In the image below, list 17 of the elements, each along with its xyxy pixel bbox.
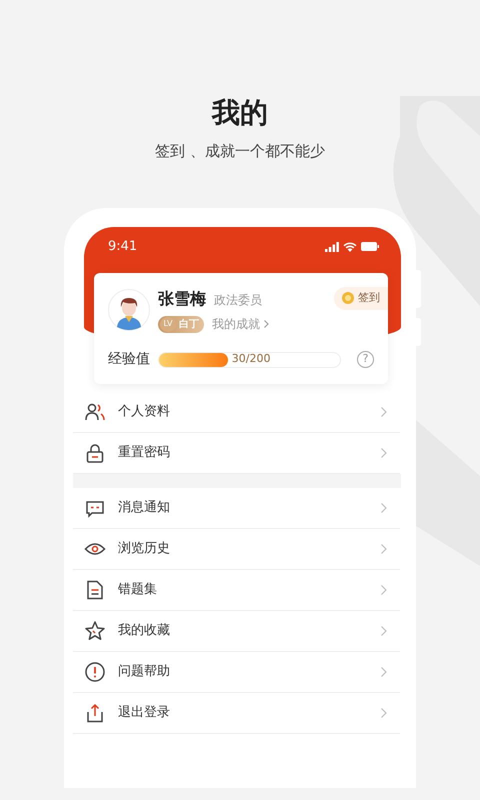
page-title: 我的 <box>210 96 269 130</box>
page-subtitle: 签到 、成就一个都不能少 <box>154 140 326 162</box>
level-name: 白丁 <box>179 318 199 332</box>
user-role: 政法委员 <box>214 292 262 310</box>
menu-item[interactable]: 个人资料 <box>73 392 400 434</box>
menu-item[interactable]: 消息通知 <box>73 488 400 530</box>
menu-item[interactable]: 我的收藏 <box>73 611 400 652</box>
progress-reading: 30/200 <box>232 351 270 368</box>
experience-label: 经验值 <box>108 350 150 370</box>
menu-item[interactable]: 退出登录 <box>73 693 400 734</box>
menu-item[interactable]: 问题帮助 <box>73 652 400 694</box>
menu-item[interactable]: 错题集 <box>73 570 400 612</box>
checkin-button[interactable]: 签到 <box>334 287 388 310</box>
status-time: 9:41 <box>108 238 138 256</box>
level-prefix: LV <box>160 316 176 332</box>
menu-item[interactable]: 浏览历史 <box>73 529 400 570</box>
user-name: 张雪梅 <box>158 288 206 310</box>
